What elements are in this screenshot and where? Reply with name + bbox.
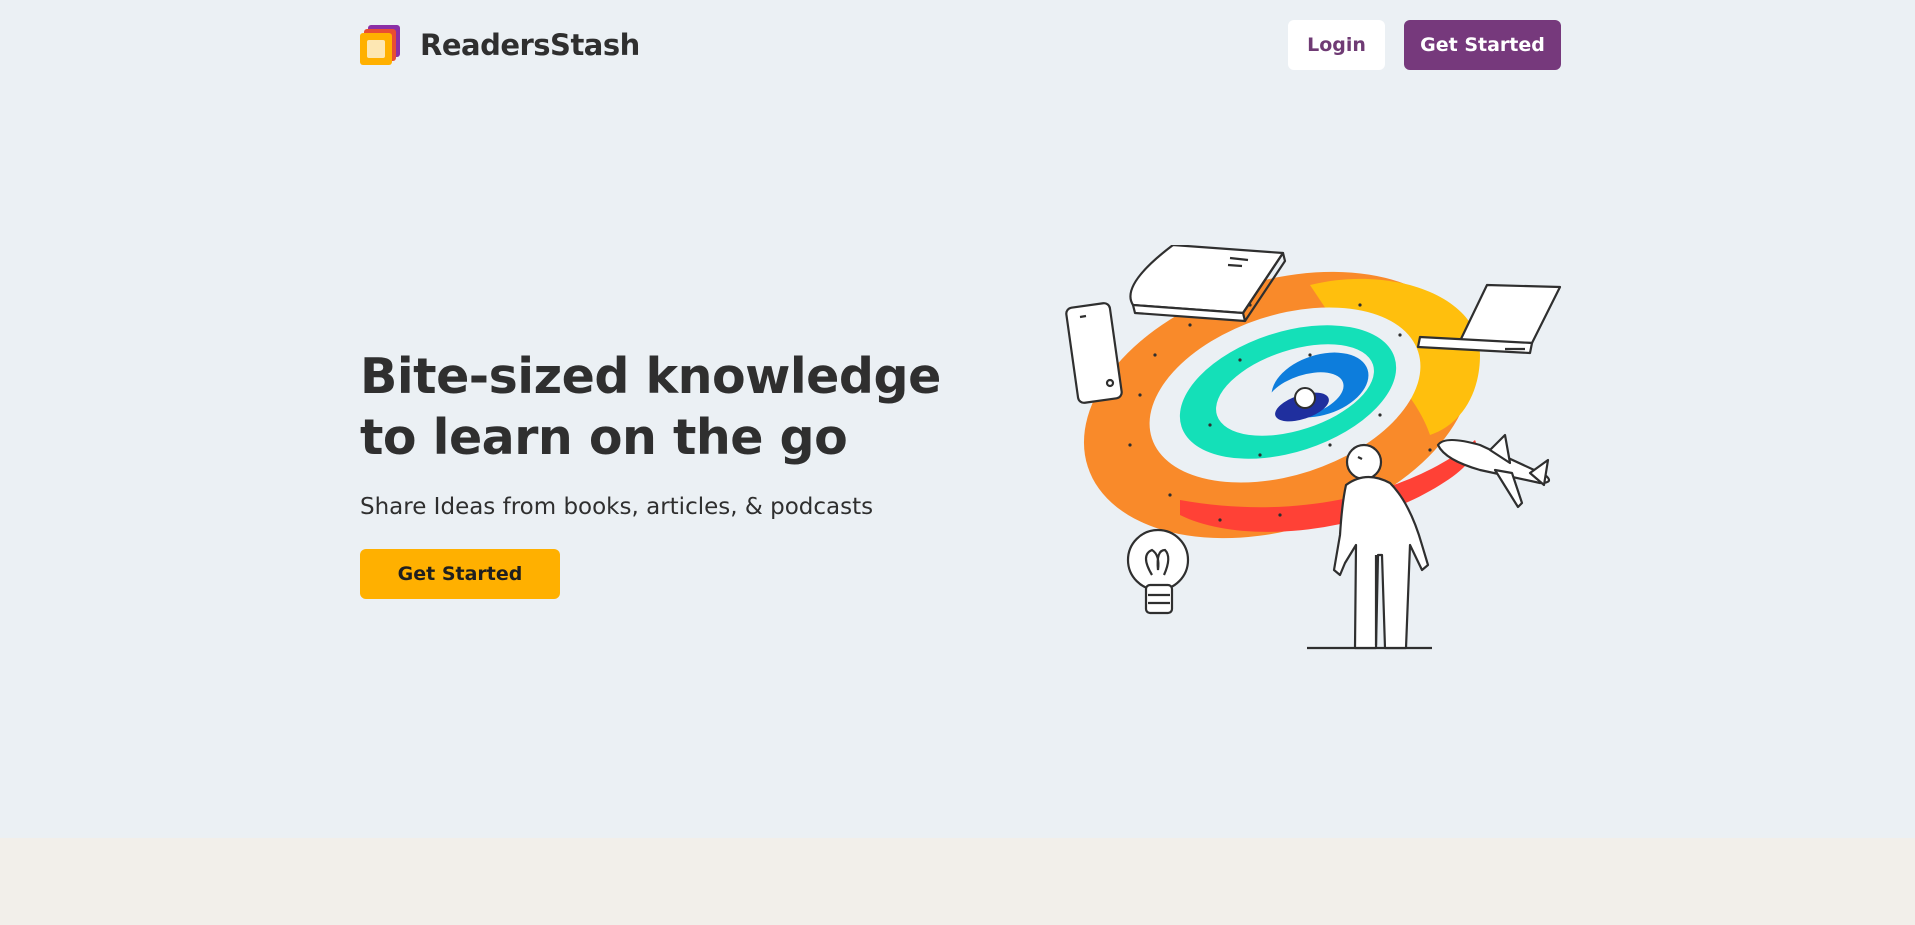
hero-title: Bite-sized knowledge to learn on the go [360,348,941,466]
stacked-squares-logo-icon [360,25,400,65]
brand-logo[interactable]: ReadersStash [360,25,640,65]
top-nav: ReadersStash Login Get Started [0,0,1915,90]
login-button[interactable]: Login [1288,20,1385,70]
header-get-started-button[interactable]: Get Started [1404,20,1561,70]
footer-band [0,838,1915,925]
swirl-graphic [1083,271,1480,539]
hero-illustration [1065,245,1562,650]
lightbulb-icon [1126,528,1190,615]
brand-name: ReadersStash [420,28,640,62]
phone-icon [1065,302,1123,404]
hero-get-started-button[interactable]: Get Started [360,549,560,599]
hero-subtitle: Share Ideas from books, articles, & podc… [360,494,874,520]
